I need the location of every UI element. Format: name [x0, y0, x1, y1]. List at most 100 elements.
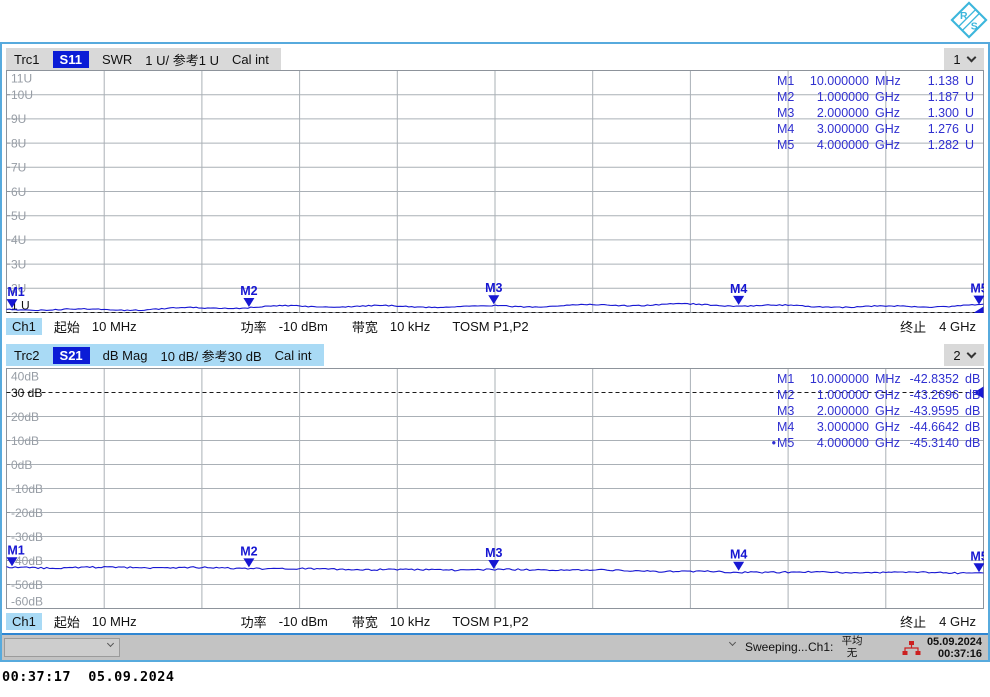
datetime-display: 05.09.2024 00:37:16 [927, 636, 982, 660]
marker-table-1: M1 10.000000 MHz 1.138 U M2 1.000000 GHz 1.187 U M… [767, 73, 981, 153]
marker-name: M1 [777, 74, 795, 88]
power-level[interactable]: -10 dBm [279, 614, 328, 629]
status-bar: Sweeping... Ch1: 平均 无 05.09.2024 00:37:1… [2, 633, 988, 660]
trace2-settings-bar[interactable]: Trc2 S21 dB Mag 10 dB/ 参考30 dB Cal int [6, 344, 324, 366]
marker-name: M4 [777, 122, 795, 136]
power-label: 功率 [240, 320, 267, 335]
marker-m2-triangle[interactable] [243, 297, 255, 307]
channel-bar-2: Ch1 起始 10 MHz 功率 -10 dBm 带宽 10 kHz TOSM … [6, 610, 984, 633]
marker-value: 1.187 [927, 90, 959, 104]
channel-button[interactable]: Ch1 [6, 318, 42, 335]
marker-row: M4 3.000000 GHz -44.6642 dB [767, 419, 981, 435]
trace2-scale[interactable]: 10 dB/ 参考30 dB [160, 346, 261, 365]
start-frequency[interactable]: 10 MHz [92, 614, 137, 629]
marker-name: M5 [777, 138, 795, 152]
stop-frequency[interactable]: 4 GHz [939, 319, 976, 334]
marker-m4-triangle[interactable] [733, 561, 745, 571]
bandwidth-value[interactable]: 10 kHz [390, 614, 430, 629]
status-time: 00:37:16 [937, 648, 982, 660]
y-tick-label: 4U [11, 233, 26, 247]
trace2-sparam-chip[interactable]: S21 [52, 346, 90, 364]
marker-value: -43.9595 [909, 404, 959, 418]
window2-number: 2 [953, 347, 961, 363]
marker-name: M3 [777, 404, 795, 418]
y-tick-label: -60dB [11, 594, 43, 608]
y-tick-label: 7U [11, 161, 26, 175]
trace1-scale[interactable]: 1 U/ 参考1 U [145, 50, 219, 69]
marker-m1-label: M1 [7, 543, 24, 557]
marker-value: -43.2696 [909, 388, 959, 402]
marker-frequency-unit: GHz [875, 138, 900, 152]
marker-m4-triangle[interactable] [733, 295, 745, 305]
marker-frequency: 2.000000 [816, 404, 869, 418]
marker-name: M1 [777, 372, 795, 386]
marker-m5-label: M5 [970, 549, 984, 563]
marker-m3-triangle[interactable] [488, 295, 500, 305]
active-marker-dot [767, 403, 777, 419]
marker-frequency: 1.000000 [816, 90, 869, 104]
trace1-settings-bar[interactable]: Trc1 S11 SWR 1 U/ 参考1 U Cal int [6, 48, 281, 70]
marker-value-unit: dB [965, 404, 981, 418]
y-tick-label: -20dB [11, 506, 43, 520]
stop-label: 终止 [900, 320, 927, 335]
marker-frequency: 1.000000 [816, 388, 869, 402]
marker-row: M2 1.000000 GHz -43.2696 dB [767, 387, 981, 403]
marker-m1-label: M1 [7, 285, 24, 299]
active-marker-dot [767, 121, 777, 137]
marker-frequency: 10.000000 [809, 372, 869, 386]
plot-area-2[interactable]: 40dB 30 dB 20dB 10dB 0dB -10dB -20dB -30dB -40dB… [6, 368, 984, 609]
marker-value-unit: dB [965, 436, 981, 450]
trace1-cal-status[interactable]: Cal int [232, 52, 269, 67]
y-tick-label: 8U [11, 136, 26, 150]
expand-chevron-icon[interactable] [728, 638, 737, 647]
marker-frequency: 2.000000 [816, 106, 869, 120]
power-level[interactable]: -10 dBm [279, 319, 328, 334]
start-frequency[interactable]: 10 MHz [92, 319, 137, 334]
bandwidth-value[interactable]: 10 kHz [390, 319, 430, 334]
marker-frequency-unit: GHz [875, 122, 900, 136]
footer-timestamp: 00:37:17 05.09.2024 [2, 669, 175, 685]
trace2-name[interactable]: Trc2 [14, 348, 40, 363]
window2-select-button[interactable]: 2 [944, 344, 984, 366]
stop-frequency[interactable]: 4 GHz [939, 614, 976, 629]
trace1-sparam-chip[interactable]: S11 [52, 50, 89, 68]
marker-m2-triangle[interactable] [243, 558, 255, 568]
active-marker-dot [767, 89, 777, 105]
marker-frequency-unit: MHz [875, 74, 901, 88]
message-dropdown[interactable] [4, 638, 120, 657]
marker-row: • M5 4.000000 GHz -45.3140 dB [767, 435, 981, 451]
cal-info[interactable]: TOSM P1,P2 [452, 614, 528, 629]
marker-row: M3 2.000000 GHz -43.9595 dB [767, 403, 981, 419]
ref-level-arrow [974, 306, 984, 313]
marker-m2-label: M2 [240, 284, 257, 298]
y-tick-label: 6U [11, 185, 26, 199]
svg-text:R: R [960, 11, 968, 22]
marker-frequency: 3.000000 [816, 122, 869, 136]
marker-frequency: 3.000000 [816, 420, 869, 434]
active-marker-dot [767, 419, 777, 435]
channel-button[interactable]: Ch1 [6, 613, 42, 630]
y-tick-label: -10dB [11, 482, 43, 496]
marker-frequency-unit: GHz [875, 404, 900, 418]
marker-m3-triangle[interactable] [488, 560, 500, 570]
marker-name: M2 [777, 90, 795, 104]
trace1-format[interactable]: SWR [102, 52, 132, 67]
marker-value: 1.300 [927, 106, 959, 120]
trace1-name[interactable]: Trc1 [14, 52, 40, 67]
average-status: 平均 无 [833, 635, 871, 659]
active-marker-dot [767, 105, 777, 121]
marker-m5-triangle[interactable] [973, 563, 985, 573]
plot-area-1[interactable]: 11U10U9U8U7U6U5U4U3U2U1 UM1M2M3M4M5 M110… [6, 70, 984, 313]
y-tick-label: 20dB [11, 410, 39, 424]
cal-info[interactable]: TOSM P1,P2 [452, 319, 528, 334]
trace2-format[interactable]: dB Mag [103, 348, 148, 363]
marker-m5-triangle[interactable] [973, 295, 985, 305]
trace2-cal-status[interactable]: Cal int [275, 348, 312, 363]
window1-select-button[interactable]: 1 [944, 48, 984, 70]
active-marker-dot [767, 73, 777, 89]
marker-frequency-unit: MHz [875, 372, 901, 386]
stop-label: 终止 [900, 615, 927, 630]
marker-frequency: 4.000000 [816, 138, 869, 152]
y-tick-label: 9U [11, 112, 26, 126]
marker-row: M3 2.000000 GHz 1.300 U [767, 105, 981, 121]
